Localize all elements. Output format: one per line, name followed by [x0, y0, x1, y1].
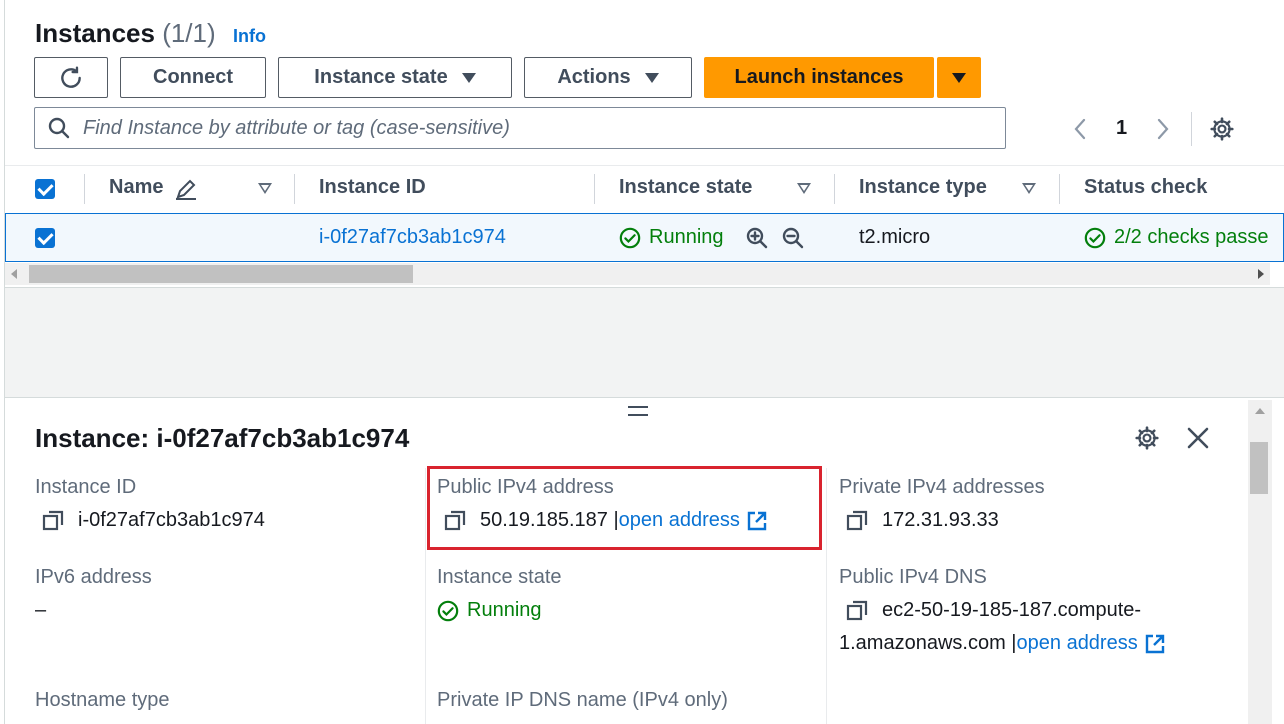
refresh-button[interactable] — [34, 57, 108, 98]
column-separator — [834, 174, 835, 204]
search-bar — [34, 107, 1006, 149]
close-icon[interactable] — [1186, 426, 1210, 450]
public-dns-value-line2: 1.amazonaws.com | open address — [839, 632, 1166, 655]
page-number[interactable]: 1 — [1116, 117, 1127, 140]
column-header-instance-id[interactable]: Instance ID — [319, 176, 426, 199]
sort-icon[interactable] — [258, 183, 272, 194]
copy-icon[interactable] — [42, 510, 64, 532]
scrollbar-thumb[interactable] — [1250, 442, 1268, 494]
instance-state-label: Instance state — [314, 66, 448, 88]
column-header-instance-type[interactable]: Instance type — [859, 176, 987, 199]
column-divider — [425, 468, 426, 724]
column-separator — [594, 174, 595, 204]
column-separator — [294, 174, 295, 204]
details-title: Instance: i-0f27af7cb3ab1c974 — [35, 423, 410, 453]
empty-area — [5, 287, 1284, 397]
state-text: Running — [649, 226, 724, 248]
external-link-icon[interactable] — [1144, 633, 1166, 655]
hostname-type-label: Hostname type — [35, 689, 170, 711]
scrollbar-thumb[interactable] — [29, 265, 413, 283]
status-check-cell: 2/2 checks passe — [1084, 226, 1269, 249]
horizontal-scrollbar[interactable] — [5, 263, 1270, 285]
column-header-instance-state[interactable]: Instance state — [619, 176, 752, 199]
scroll-up-arrow-icon[interactable] — [1255, 408, 1265, 414]
scroll-left-arrow-icon[interactable] — [11, 269, 17, 279]
copy-icon[interactable] — [846, 510, 868, 532]
instance-state-value: Running — [437, 599, 542, 622]
ipv6-value: – — [35, 599, 47, 621]
connect-button[interactable]: Connect — [120, 57, 266, 98]
page-title: Instances (1/1) — [35, 18, 216, 48]
table-top-border — [5, 165, 1284, 166]
instance-type-cell: t2.micro — [859, 226, 931, 248]
sort-icon[interactable] — [1022, 183, 1036, 194]
separator: | — [1005, 632, 1017, 654]
caret-down-icon — [644, 72, 659, 83]
check-circle-icon — [1084, 227, 1106, 248]
public-dns-value: ec2-50-19-185-187.compute- — [846, 599, 1141, 622]
gear-icon[interactable] — [1134, 425, 1160, 451]
instance-id-label: Instance ID — [35, 476, 137, 498]
column-separator — [84, 174, 85, 204]
caret-down-icon — [461, 72, 476, 83]
check-circle-icon — [437, 600, 459, 621]
instance-id-value: i-0f27af7cb3ab1c974 — [42, 509, 265, 532]
info-link[interactable]: Info — [233, 26, 266, 47]
search-icon — [48, 117, 70, 139]
highlight-box — [427, 466, 822, 550]
private-dns-label: Private IP DNS name (IPv4 only) — [437, 689, 728, 711]
private-ipv4-value: 172.31.93.33 — [846, 509, 999, 532]
public-dns-label: Public IPv4 DNS — [839, 566, 987, 588]
chevron-left-icon[interactable] — [1071, 117, 1089, 141]
launch-dropdown-button[interactable] — [937, 57, 981, 98]
resize-handle-icon[interactable] — [628, 406, 648, 416]
vertical-scrollbar[interactable] — [1248, 400, 1272, 724]
gear-icon[interactable] — [1209, 116, 1235, 142]
scroll-right-arrow-icon[interactable] — [1258, 269, 1264, 279]
ipv6-label: IPv6 address — [35, 566, 152, 588]
instance-id-text: i-0f27af7cb3ab1c974 — [78, 509, 265, 531]
select-all-checkbox[interactable] — [35, 179, 55, 199]
chevron-right-icon[interactable] — [1154, 117, 1172, 141]
state-text: Running — [467, 599, 542, 621]
column-header-name[interactable]: Name — [109, 176, 163, 199]
actions-button[interactable]: Actions — [524, 57, 692, 98]
instance-count: (1/1) — [162, 18, 216, 48]
search-input[interactable] — [83, 116, 983, 140]
private-ipv4-text: 172.31.93.33 — [882, 509, 999, 531]
column-separator — [1059, 174, 1060, 204]
status-text: 2/2 checks passe — [1114, 226, 1269, 248]
check-circle-icon — [619, 227, 641, 248]
caret-down-icon — [952, 72, 966, 83]
refresh-icon — [61, 66, 81, 88]
private-ipv4-label: Private IPv4 addresses — [839, 476, 1045, 498]
row-checkbox[interactable] — [35, 228, 55, 248]
public-dns-text-line2: 1.amazonaws.com — [839, 632, 1006, 654]
instance-state-label: Instance state — [437, 566, 562, 588]
instance-id-link[interactable]: i-0f27af7cb3ab1c974 — [319, 226, 506, 249]
public-dns-text-line1: ec2-50-19-185-187.compute- — [882, 599, 1142, 621]
zoom-in-icon[interactable] — [745, 226, 769, 250]
instance-state-button[interactable]: Instance state — [278, 57, 512, 98]
column-divider — [826, 468, 827, 724]
sort-icon[interactable] — [797, 183, 811, 194]
launch-instances-button[interactable]: Launch instances — [704, 57, 934, 98]
zoom-out-icon[interactable] — [781, 226, 805, 250]
open-address-link[interactable]: open address — [1017, 632, 1138, 655]
column-header-status-check[interactable]: Status check — [1084, 176, 1207, 199]
copy-icon[interactable] — [846, 600, 868, 622]
edit-icon — [176, 179, 196, 200]
pager-divider — [1191, 112, 1192, 146]
actions-label: Actions — [557, 66, 631, 88]
instance-state-cell: Running — [619, 226, 724, 249]
